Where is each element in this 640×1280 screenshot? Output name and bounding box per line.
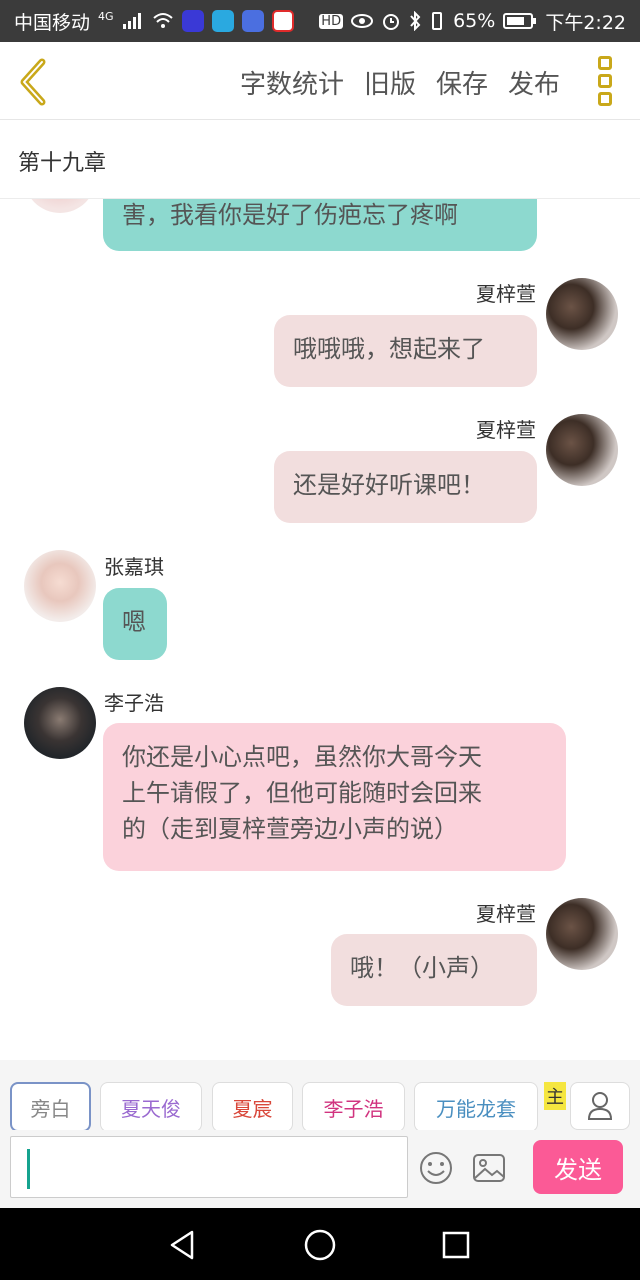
protagonist-badge[interactable]: 主 <box>544 1082 566 1110</box>
signal-icon <box>122 13 141 29</box>
avatar[interactable] <box>546 898 618 970</box>
role-li-zihao[interactable]: 李子浩 <box>302 1082 405 1132</box>
baidu-app-icon <box>271 10 294 32</box>
image-icon[interactable] <box>472 1152 506 1184</box>
avatar[interactable] <box>546 414 618 486</box>
network-type: 4G <box>98 9 114 23</box>
nav-home-icon[interactable] <box>303 1228 337 1262</box>
chat-area[interactable]: 害，我看你是好了伤疤忘了疼啊 夏梓萱 哦哦哦，想起来了 夏梓萱 还是好好听课吧！… <box>0 199 640 1059</box>
toolbar-actions: 字数统计 旧版 保存 发布 <box>240 64 560 101</box>
role-narrator[interactable]: 旁白 <box>10 1082 91 1132</box>
text-caret <box>27 1149 30 1189</box>
app-icon-2 <box>211 10 234 32</box>
chat-bubble[interactable]: 哦！（小声） <box>331 934 537 1006</box>
chat-bubble[interactable]: 你还是小心点吧，虽然你大哥今天 上午请假了，但他可能随时会回来 的（走到夏梓萱旁… <box>103 723 566 871</box>
role-extra[interactable]: 万能龙套 <box>414 1082 538 1132</box>
status-bar: 中国移动 4G HD 65% 下午2:22 <box>0 0 640 42</box>
avatar[interactable] <box>24 687 96 759</box>
vibrate-icon <box>432 12 443 30</box>
bubble-line: 上午请假了，但他可能随时会回来 <box>122 779 482 807</box>
send-button[interactable]: 发送 <box>533 1140 623 1194</box>
system-nav-bar <box>0 1208 640 1280</box>
bubble-line: 你还是小心点吧，虽然你大哥今天 <box>122 743 482 771</box>
sender-name: 张嘉琪 <box>104 555 164 579</box>
avatar[interactable] <box>546 278 618 350</box>
avatar[interactable] <box>24 550 96 622</box>
old-version-button[interactable]: 旧版 <box>364 64 416 101</box>
publish-button[interactable]: 发布 <box>508 64 560 101</box>
bubble-line: 的（走到夏梓萱旁边小声的说） <box>122 815 458 843</box>
emoji-icon[interactable] <box>418 1150 454 1186</box>
role-xia-tianjun[interactable]: 夏天俊 <box>100 1082 202 1132</box>
sender-name: 夏梓萱 <box>476 902 536 926</box>
music-app-icon <box>241 10 264 32</box>
clock: 下午2:22 <box>545 11 626 34</box>
chat-bubble[interactable]: 哦哦哦，想起来了 <box>274 315 537 387</box>
more-menu-icon[interactable] <box>598 56 614 106</box>
nav-recents-icon[interactable] <box>439 1228 473 1262</box>
person-icon <box>587 1092 613 1120</box>
avatar[interactable] <box>24 199 96 213</box>
bluetooth-icon <box>410 11 421 31</box>
sender-name: 夏梓萱 <box>476 282 536 306</box>
message-input[interactable] <box>10 1136 408 1198</box>
save-button[interactable]: 保存 <box>436 64 488 101</box>
hd-badge: HD <box>319 13 344 29</box>
top-toolbar: 字数统计 旧版 保存 发布 <box>0 42 640 120</box>
battery-icon <box>503 13 537 29</box>
wifi-icon <box>152 13 173 28</box>
app-icon-1 <box>181 10 204 32</box>
carrier-label: 中国移动 <box>14 11 91 34</box>
add-role-button[interactable] <box>570 1082 630 1130</box>
word-count-button[interactable]: 字数统计 <box>240 64 344 101</box>
chapter-title[interactable]: 第十九章 <box>0 121 640 199</box>
alarm-icon <box>383 14 400 30</box>
role-xia-chen[interactable]: 夏宸 <box>212 1082 293 1132</box>
battery-percent: 65% <box>453 10 496 32</box>
sender-name: 夏梓萱 <box>476 418 536 442</box>
chat-bubble[interactable]: 嗯 <box>103 588 167 660</box>
eye-icon <box>351 14 374 28</box>
chat-bubble[interactable]: 还是好好听课吧！ <box>274 451 537 523</box>
input-row: 发送 <box>0 1130 640 1208</box>
chat-bubble[interactable]: 害，我看你是好了伤疤忘了疼啊 <box>103 199 537 251</box>
back-arrow-icon[interactable] <box>14 58 54 106</box>
nav-back-icon[interactable] <box>166 1228 200 1262</box>
sender-name: 李子浩 <box>104 691 164 715</box>
